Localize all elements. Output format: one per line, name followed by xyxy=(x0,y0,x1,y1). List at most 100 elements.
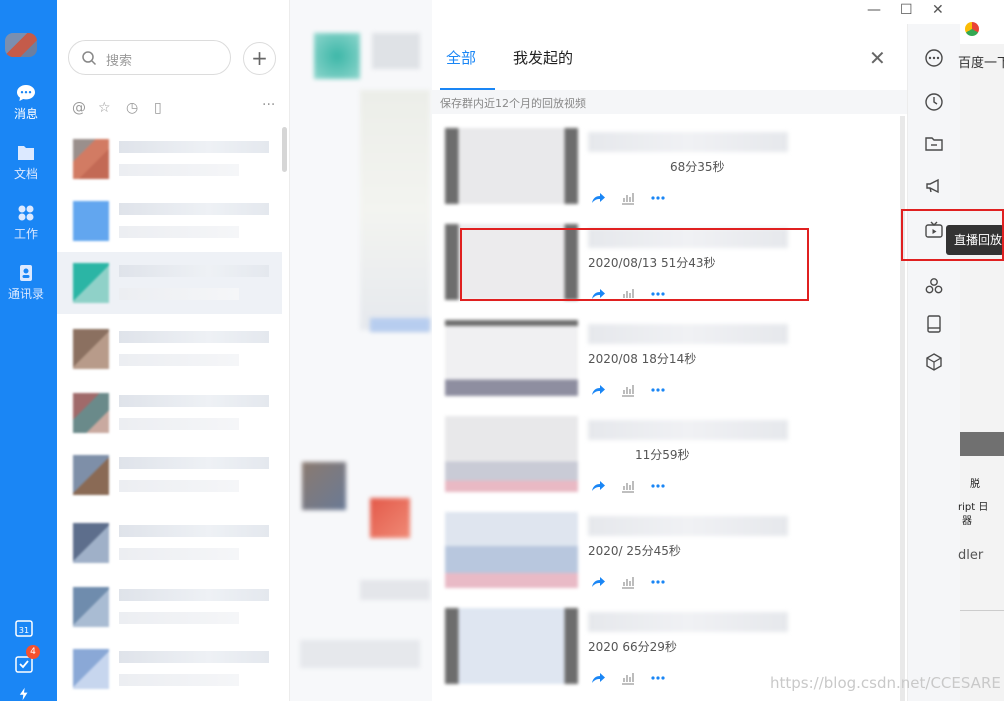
tab-mine[interactable]: 我发起的 xyxy=(513,47,573,68)
more-icon[interactable] xyxy=(650,670,666,686)
replay-record[interactable]: 11分59秒 xyxy=(445,416,895,496)
video-thumbnail[interactable] xyxy=(445,608,578,684)
watermark: https://blog.csdn.net/CCESARE xyxy=(770,674,1001,692)
search-box[interactable]: 搜索 xyxy=(68,40,231,75)
conversation-preview-redacted xyxy=(119,288,239,300)
video-thumbnail[interactable] xyxy=(445,320,578,396)
share-icon[interactable] xyxy=(590,190,606,206)
tab-all[interactable]: 全部 xyxy=(446,47,476,68)
star-filter-icon[interactable]: ☆ xyxy=(98,100,111,116)
add-button[interactable]: + xyxy=(243,42,276,75)
share-icon[interactable] xyxy=(590,574,606,590)
conversation-row[interactable] xyxy=(57,318,282,380)
video-thumbnail[interactable] xyxy=(445,416,578,492)
nav-item-contacts[interactable]: 通讯录 xyxy=(0,264,52,302)
more-options-icon[interactable] xyxy=(924,48,944,68)
replay-record[interactable]: 2020/08 18分14秒 xyxy=(445,320,895,400)
calendar-day-number: 31 xyxy=(19,626,29,635)
nav-label-work: 工作 xyxy=(13,227,38,241)
share-icon[interactable] xyxy=(590,478,606,494)
conversation-row[interactable] xyxy=(57,444,282,506)
browser-divider xyxy=(960,610,1004,611)
chat-bubble-icon xyxy=(17,85,35,101)
conversation-preview-redacted xyxy=(119,480,239,492)
conversation-row[interactable] xyxy=(57,638,282,700)
doc-filter-icon[interactable]: ▯ xyxy=(154,100,162,116)
history-clock-icon[interactable] xyxy=(924,92,944,112)
lightning-icon[interactable] xyxy=(14,687,34,701)
share-icon[interactable] xyxy=(590,670,606,686)
conversation-title-redacted xyxy=(119,395,269,407)
record-title-redacted xyxy=(588,132,788,152)
mention-filter-icon[interactable]: @ xyxy=(72,100,86,116)
baidu-search-button[interactable]: 百度一下 xyxy=(958,52,1004,71)
announcement-megaphone-icon[interactable] xyxy=(924,176,944,196)
record-meta: 2020/08 18分14秒 xyxy=(588,352,697,366)
chat-area-redacted xyxy=(290,0,432,701)
maximize-button[interactable]: ☐ xyxy=(900,2,913,18)
search-placeholder: 搜索 xyxy=(106,54,133,69)
apps-grid-icon xyxy=(18,205,34,221)
conversation-title-redacted xyxy=(119,525,269,537)
conversation-row[interactable] xyxy=(57,128,282,190)
nav-label-messages: 消息 xyxy=(13,107,38,121)
docs-folder-icon xyxy=(18,146,34,160)
panel-scrollbar[interactable] xyxy=(900,116,905,701)
video-thumbnail[interactable] xyxy=(445,128,578,204)
conversation-preview-redacted xyxy=(119,548,239,560)
conversation-row[interactable] xyxy=(57,382,282,444)
nav-item-work[interactable]: 工作 xyxy=(0,204,52,242)
stats-icon[interactable] xyxy=(620,382,636,398)
replay-panel: 全部 我发起的 ✕ 保存群内近12个月的回放视频 68分35秒 2020/08/… xyxy=(432,24,907,701)
video-thumbnail[interactable] xyxy=(445,512,578,588)
member-avatar xyxy=(370,498,410,538)
more-filter-button[interactable]: ··· xyxy=(262,97,275,113)
conversation-row-selected[interactable] xyxy=(57,252,282,314)
stats-icon[interactable] xyxy=(620,478,636,494)
apps-cluster-icon[interactable] xyxy=(924,276,944,296)
replay-record[interactable]: 68分35秒 xyxy=(445,128,895,208)
nav-item-messages[interactable]: 消息 xyxy=(0,84,52,122)
avatar xyxy=(73,263,109,303)
replay-record[interactable]: 2020/ 25分45秒 xyxy=(445,512,895,592)
notebook-icon[interactable] xyxy=(924,314,944,334)
avatar xyxy=(73,587,109,627)
conversation-title-redacted xyxy=(119,457,269,469)
share-icon[interactable] xyxy=(590,382,606,398)
conversation-scrollbar[interactable] xyxy=(282,127,287,172)
record-meta: 11分59秒 xyxy=(635,448,690,462)
clock-filter-icon[interactable]: ◷ xyxy=(126,100,138,116)
calendar-icon[interactable]: 31 xyxy=(14,618,34,638)
record-title-redacted xyxy=(588,420,788,440)
conversation-row[interactable] xyxy=(57,512,282,574)
stats-icon[interactable] xyxy=(620,190,636,206)
avatar xyxy=(73,523,109,563)
stats-icon[interactable] xyxy=(620,670,636,686)
conversation-title-redacted xyxy=(119,651,269,663)
message-bubble-redacted xyxy=(360,90,430,330)
chrome-logo-icon[interactable] xyxy=(965,22,979,36)
message-line-redacted xyxy=(360,580,430,600)
stats-icon[interactable] xyxy=(620,574,636,590)
left-nav: 消息 文档 工作 通讯录 31 4 xyxy=(0,0,57,701)
nav-item-docs[interactable]: 文档 xyxy=(0,144,52,182)
user-avatar[interactable] xyxy=(5,33,37,57)
minimize-button[interactable]: — xyxy=(867,2,881,18)
avatar xyxy=(73,329,109,369)
conversation-row[interactable] xyxy=(57,576,282,638)
add-app-cube-icon[interactable] xyxy=(924,352,944,372)
more-icon[interactable] xyxy=(650,190,666,206)
avatar xyxy=(73,139,109,179)
more-icon[interactable] xyxy=(650,478,666,494)
avatar xyxy=(73,649,109,689)
window-close-button[interactable]: ✕ xyxy=(932,2,944,18)
browser-text-fragment: ript 日 xyxy=(958,502,989,513)
browser-toolbar xyxy=(960,0,1004,44)
conversation-title-redacted xyxy=(119,141,269,153)
panel-close-button[interactable]: ✕ xyxy=(869,46,886,70)
more-icon[interactable] xyxy=(650,382,666,398)
conversation-preview-redacted xyxy=(119,164,239,176)
conversation-row[interactable] xyxy=(57,190,282,252)
more-icon[interactable] xyxy=(650,574,666,590)
files-folder-icon[interactable] xyxy=(924,134,944,154)
